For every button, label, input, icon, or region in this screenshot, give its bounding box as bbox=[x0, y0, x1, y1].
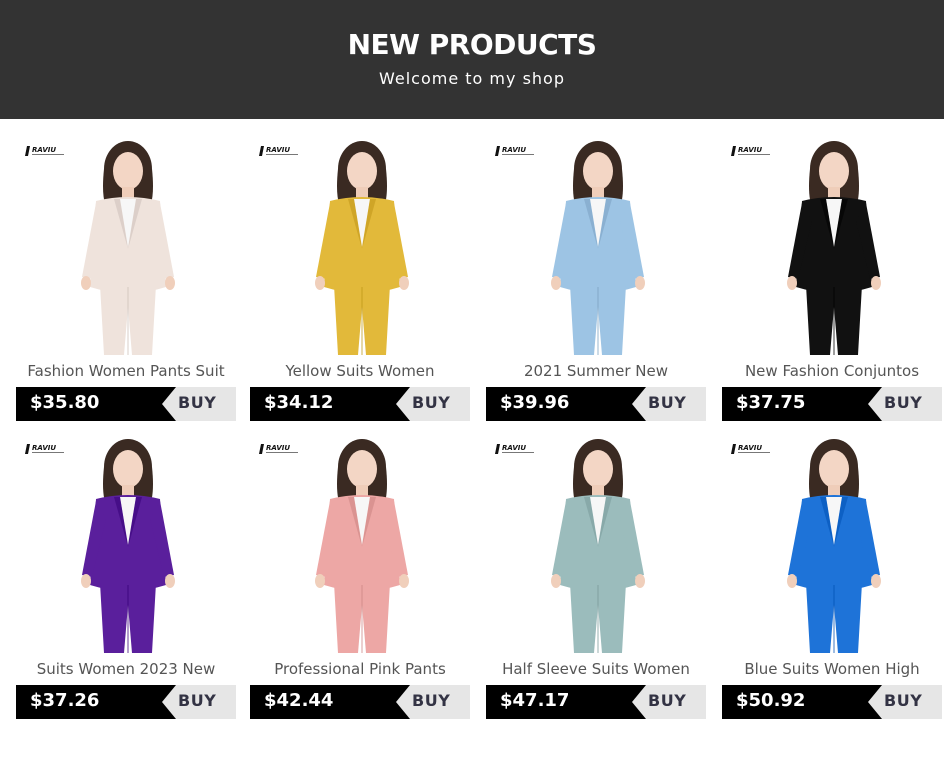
product-name[interactable]: Half Sleeve Suits Women bbox=[482, 660, 710, 680]
product-card[interactable]: RAVIU 2021 Summer New $39.96 BUY bbox=[486, 137, 706, 427]
price-bar: $35.80 BUY bbox=[16, 387, 236, 421]
price-bar: $37.75 BUY bbox=[722, 387, 942, 421]
svg-text:RAVIU: RAVIU bbox=[502, 146, 526, 154]
brand-logo: RAVIU bbox=[24, 441, 68, 455]
product-grid: RAVIU Fashion Women Pants Suit $35.80 BUY… bbox=[0, 0, 944, 757]
product-name[interactable]: Yellow Suits Women bbox=[246, 362, 474, 382]
svg-text:RAVIU: RAVIU bbox=[32, 444, 56, 452]
buy-button[interactable]: BUY bbox=[412, 393, 450, 412]
product-name[interactable]: Suits Women 2023 New bbox=[12, 660, 240, 680]
svg-text:RAVIU: RAVIU bbox=[738, 146, 762, 154]
buy-button[interactable]: BUY bbox=[178, 691, 216, 710]
buy-button[interactable]: BUY bbox=[884, 393, 922, 412]
product-price: $50.92 bbox=[736, 690, 806, 711]
buy-button[interactable]: BUY bbox=[178, 393, 216, 412]
product-card[interactable]: RAVIU Fashion Women Pants Suit $35.80 BUY bbox=[16, 137, 236, 427]
product-price: $39.96 bbox=[500, 392, 570, 413]
product-image[interactable] bbox=[16, 137, 236, 355]
svg-text:RAVIU: RAVIU bbox=[32, 146, 56, 154]
price-bar: $37.26 BUY bbox=[16, 685, 236, 719]
brand-logo: RAVIU bbox=[730, 441, 774, 455]
product-image[interactable] bbox=[722, 137, 942, 355]
brand-logo: RAVIU bbox=[494, 441, 538, 455]
buy-button[interactable]: BUY bbox=[884, 691, 922, 710]
product-name[interactable]: Blue Suits Women High bbox=[718, 660, 944, 680]
product-card[interactable]: RAVIU Yellow Suits Women $34.12 BUY bbox=[250, 137, 470, 427]
product-image[interactable] bbox=[16, 435, 236, 653]
product-name[interactable]: Professional Pink Pants bbox=[246, 660, 474, 680]
buy-button[interactable]: BUY bbox=[648, 691, 686, 710]
price-bar: $47.17 BUY bbox=[486, 685, 706, 719]
svg-text:RAVIU: RAVIU bbox=[502, 444, 526, 452]
buy-button[interactable]: BUY bbox=[412, 691, 450, 710]
svg-text:RAVIU: RAVIU bbox=[266, 444, 290, 452]
product-name[interactable]: Fashion Women Pants Suit bbox=[12, 362, 240, 382]
product-image[interactable] bbox=[486, 137, 706, 355]
product-name[interactable]: 2021 Summer New bbox=[482, 362, 710, 382]
svg-text:RAVIU: RAVIU bbox=[738, 444, 762, 452]
product-image[interactable] bbox=[486, 435, 706, 653]
price-bar: $42.44 BUY bbox=[250, 685, 470, 719]
brand-logo: RAVIU bbox=[730, 143, 774, 157]
product-card[interactable]: RAVIU New Fashion Conjuntos $37.75 BUY bbox=[722, 137, 942, 427]
brand-logo: RAVIU bbox=[258, 441, 302, 455]
product-price: $35.80 bbox=[30, 392, 100, 413]
product-image[interactable] bbox=[250, 435, 470, 653]
product-card[interactable]: RAVIU Blue Suits Women High $50.92 BUY bbox=[722, 435, 942, 725]
product-price: $37.26 bbox=[30, 690, 100, 711]
product-card[interactable]: RAVIU Suits Women 2023 New $37.26 BUY bbox=[16, 435, 236, 725]
brand-logo: RAVIU bbox=[24, 143, 68, 157]
product-price: $34.12 bbox=[264, 392, 334, 413]
product-card[interactable]: RAVIU Professional Pink Pants $42.44 BUY bbox=[250, 435, 470, 725]
product-card[interactable]: RAVIU Half Sleeve Suits Women $47.17 BUY bbox=[486, 435, 706, 725]
svg-text:RAVIU: RAVIU bbox=[266, 146, 290, 154]
price-bar: $50.92 BUY bbox=[722, 685, 942, 719]
price-bar: $39.96 BUY bbox=[486, 387, 706, 421]
brand-logo: RAVIU bbox=[494, 143, 538, 157]
product-price: $47.17 bbox=[500, 690, 570, 711]
product-image[interactable] bbox=[722, 435, 942, 653]
product-name[interactable]: New Fashion Conjuntos bbox=[718, 362, 944, 382]
buy-button[interactable]: BUY bbox=[648, 393, 686, 412]
product-price: $37.75 bbox=[736, 392, 806, 413]
product-image[interactable] bbox=[250, 137, 470, 355]
brand-logo: RAVIU bbox=[258, 143, 302, 157]
price-bar: $34.12 BUY bbox=[250, 387, 470, 421]
product-price: $42.44 bbox=[264, 690, 334, 711]
